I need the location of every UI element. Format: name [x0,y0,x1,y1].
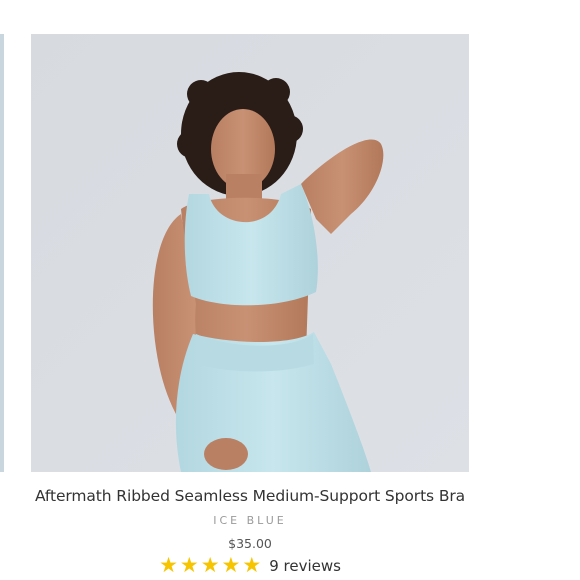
star-icon: ★ [221,554,241,577]
star-icon: ★ [179,554,199,577]
product-image[interactable] [31,34,469,472]
star-icon: ★ [159,554,178,577]
previous-product-card-edge[interactable] [0,34,4,472]
star-icon: ★ [200,554,220,577]
product-title[interactable]: Aftermath Ribbed Seamless Medium-Support… [31,486,469,506]
model-photo [31,34,469,472]
product-variant: ICE BLUE [213,514,287,527]
product-price: $35.00 [228,536,272,551]
product-card[interactable]: Aftermath Ribbed Seamless Medium-Support… [31,34,469,577]
reviews-link[interactable]: 9 reviews [269,557,341,575]
star-icon: ★ [242,554,262,577]
product-rating[interactable]: ★ ★ ★ ★ ★ 9 reviews [31,555,469,577]
